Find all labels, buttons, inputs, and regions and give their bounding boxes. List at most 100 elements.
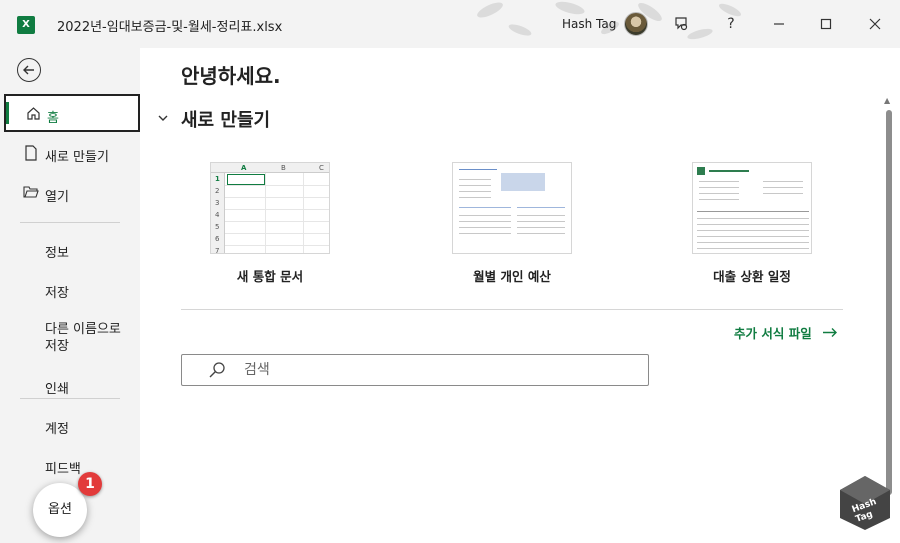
feedback-icon[interactable]	[668, 12, 696, 36]
maximize-icon[interactable]	[812, 12, 840, 36]
search-input[interactable]	[244, 360, 624, 380]
template-monthly-budget[interactable]: 월별 개인 예산	[412, 162, 612, 285]
template-label: 월별 개인 예산	[473, 269, 551, 284]
thumb-line	[459, 221, 511, 222]
nav-label-save-as-line1: 다른 이름으로	[45, 322, 121, 337]
minimize-icon[interactable]	[765, 12, 793, 36]
thumb-line	[763, 181, 803, 182]
new-document-icon	[22, 145, 40, 165]
document-title: 2022년-임대보증금-및-월세-정리표.xlsx	[57, 20, 283, 35]
backstage-nav: 홈 새로 만들기 열기 정보 저장 다른 이름으로 저장 인쇄 계정 피드백 옵…	[0, 48, 140, 543]
thumb-line	[517, 215, 565, 216]
thumb-line	[459, 185, 491, 186]
grid-row-4: 4	[215, 211, 220, 219]
scroll-thumb[interactable]	[886, 110, 892, 495]
template-label: 대출 상환 일정	[713, 269, 791, 284]
thumb-line	[517, 207, 565, 208]
back-arrow-icon[interactable]	[17, 58, 41, 82]
thumb-line	[517, 227, 565, 228]
nav-item-print[interactable]: 인쇄	[4, 367, 140, 405]
template-label: 새 통합 문서	[236, 269, 304, 284]
thumb-title-line	[709, 170, 749, 172]
thumb-logo	[697, 167, 705, 175]
excel-app-icon: X	[17, 16, 35, 34]
thumb-line	[459, 191, 491, 192]
nav-item-info[interactable]: 정보	[4, 231, 140, 269]
arrow-right-icon	[822, 326, 838, 341]
template-search-box[interactable]	[181, 354, 649, 386]
thumb-line	[699, 187, 739, 188]
nav-label-home: 홈	[47, 111, 59, 126]
more-templates-link[interactable]: 추가 서식 파일	[734, 323, 838, 342]
thumb-line	[697, 248, 809, 249]
thumb-line	[459, 227, 511, 228]
grid-row-3: 3	[215, 199, 220, 207]
close-icon[interactable]	[861, 12, 889, 36]
nav-label-save: 저장	[45, 286, 69, 301]
grid-row-7: 7	[215, 247, 220, 254]
thumb-line	[697, 211, 809, 212]
template-blank-workbook[interactable]: A B C 1 2 3 4 5 6 7 새 통합 문서	[170, 162, 370, 285]
template-loan-schedule[interactable]: 대출 상환 일정	[652, 162, 852, 285]
nav-label-feedback: 피드백	[45, 462, 81, 477]
nav-item-open[interactable]: 열기	[4, 175, 140, 213]
nav-item-save-as[interactable]: 다른 이름으로 저장	[4, 320, 140, 358]
thumb-line	[697, 224, 809, 225]
nav-item-new[interactable]: 새로 만들기	[4, 135, 140, 173]
help-button[interactable]: ?	[717, 12, 745, 36]
nav-label-open: 열기	[45, 190, 69, 205]
hashtag-watermark-logo: Hash Tag	[840, 476, 890, 530]
grid-line	[225, 245, 329, 246]
search-icon	[208, 361, 226, 383]
nav-item-home[interactable]: 홈	[4, 94, 140, 132]
thumb-line	[699, 181, 739, 182]
nav-label-print: 인쇄	[45, 382, 69, 397]
thumb-line	[459, 215, 511, 216]
grid-line	[225, 221, 329, 222]
template-thumbnail	[692, 162, 812, 254]
thumb-line	[459, 233, 511, 234]
step-badge: 1	[78, 472, 102, 496]
nav-label-account: 계정	[45, 422, 69, 437]
vertical-scrollbar[interactable]: ▲	[884, 96, 894, 536]
grid-line	[225, 185, 329, 186]
more-templates-label: 추가 서식 파일	[734, 326, 812, 341]
avatar[interactable]	[624, 12, 648, 36]
thumb-line	[697, 242, 809, 243]
section-title-new[interactable]: 새로 만들기	[181, 106, 270, 132]
grid-line	[225, 209, 329, 210]
nav-label-save-as: 다른 이름으로 저장	[45, 321, 121, 355]
greeting-heading: 안녕하세요.	[181, 64, 281, 88]
thumb-line	[517, 221, 565, 222]
nav-label-new: 새로 만들기	[45, 150, 109, 165]
nav-item-account[interactable]: 계정	[4, 407, 140, 445]
nav-item-save[interactable]: 저장	[4, 271, 140, 309]
user-name[interactable]: Hash Tag	[562, 17, 616, 31]
grid-row-1: 1	[215, 175, 220, 183]
thumb-line	[517, 233, 565, 234]
thumb-line	[763, 187, 803, 188]
grid-row-5: 5	[215, 223, 220, 231]
thumb-line	[459, 207, 511, 208]
nav-item-options[interactable]: 옵션	[33, 483, 87, 537]
chevron-down-icon[interactable]	[158, 111, 168, 125]
thumb-line	[697, 230, 809, 231]
template-thumbnail: A B C 1 2 3 4 5 6 7	[210, 162, 330, 254]
grid-row-header: 1 2 3 4 5 6 7	[211, 173, 225, 254]
grid-col-c: C	[319, 164, 324, 172]
grid-row-6: 6	[215, 235, 220, 243]
thumb-line	[699, 199, 739, 200]
scroll-up-icon[interactable]: ▲	[884, 96, 890, 105]
nav-divider	[20, 222, 120, 223]
template-thumbnail	[452, 162, 572, 254]
grid-col-b: B	[281, 164, 286, 172]
thumb-line	[697, 236, 809, 237]
main-content: 안녕하세요. 새로 만들기 A B C 1 2 3 4 5 6 7 새 통합 문…	[140, 48, 900, 543]
selected-cell	[227, 174, 265, 185]
thumb-line	[699, 193, 739, 194]
folder-open-icon	[22, 185, 40, 203]
thumb-title-line	[459, 169, 497, 170]
nav-label-save-as-line2: 저장	[45, 339, 69, 354]
grid-row-2: 2	[215, 187, 220, 195]
nav-item-feedback[interactable]: 피드백	[4, 447, 140, 485]
